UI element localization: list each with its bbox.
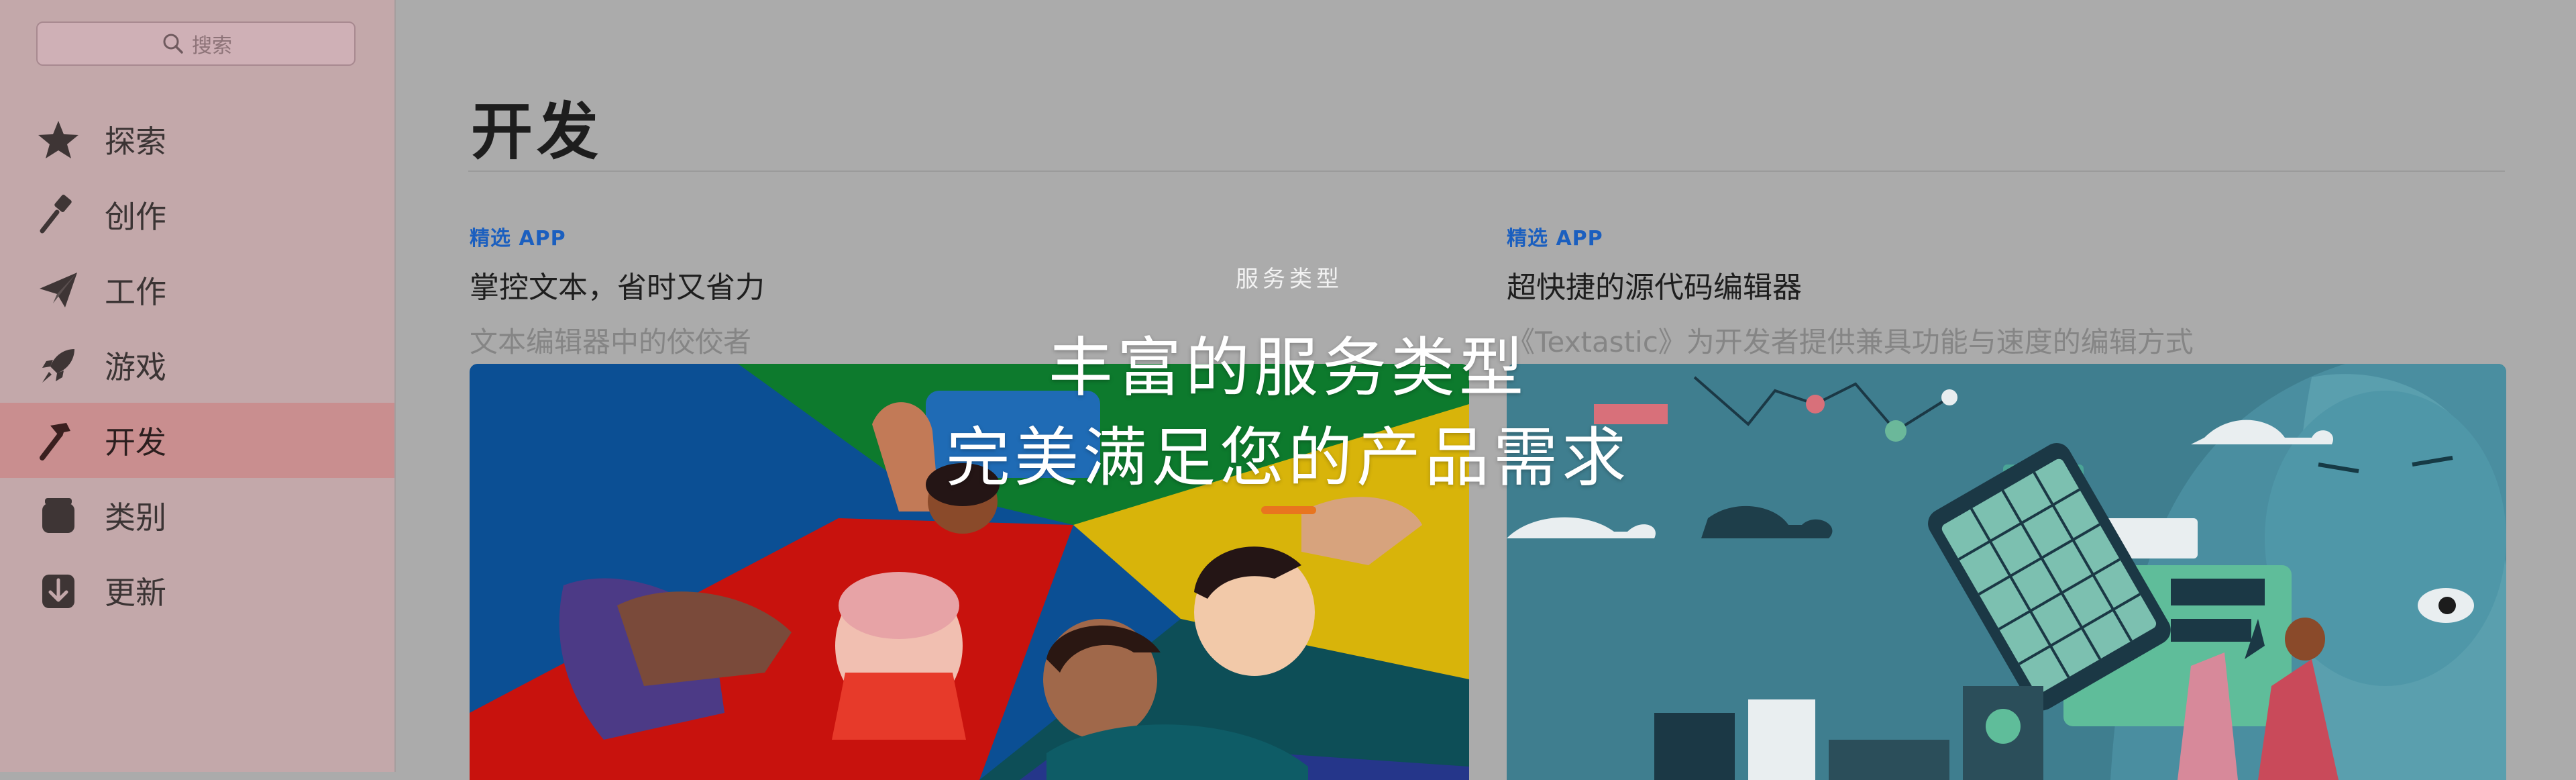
paperplane-icon [35, 273, 82, 307]
star-icon [35, 121, 82, 158]
divider [468, 170, 2505, 172]
main-content: 开发 精选 APP 掌控文本，省时又省力 文本编辑器中的佼佼者 精选 APP 超… [396, 0, 2576, 780]
card-tag: 精选 APP [1507, 227, 1603, 250]
artwork-code-illustration [1507, 364, 2506, 780]
sidebar-item-explore[interactable]: 探索 [0, 102, 394, 177]
download-icon [35, 575, 82, 608]
sidebar-item-games[interactable]: 游戏 [0, 328, 394, 403]
page-title: 开发 [471, 96, 603, 168]
paintbrush-icon [35, 195, 82, 234]
card-tag: 精选 APP [470, 227, 566, 250]
sidebar-item-create[interactable]: 创作 [0, 177, 394, 252]
rocket-icon [35, 349, 82, 383]
card-subtitle: 文本编辑器中的佼佼者 [470, 326, 752, 358]
card-subtitle: 《Textastic》为开发者提供兼具功能与速度的编辑方式 [1507, 326, 2194, 358]
featured-app-card[interactable]: 精选 APP 超快捷的源代码编辑器 《Textastic》为开发者提供兼具功能与… [1507, 222, 2506, 780]
search-icon [163, 34, 183, 54]
sidebar-item-categories[interactable]: 类别 [0, 478, 394, 553]
card-artwork-hands[interactable] [470, 364, 1469, 780]
sidebar-item-label: 开发 [105, 424, 166, 460]
stack-icon [35, 498, 82, 533]
sidebar-item-develop[interactable]: 开发 [0, 403, 394, 478]
sidebar-item-updates[interactable]: 更新 [0, 553, 394, 628]
sidebar-item-work[interactable]: 工作 [0, 252, 394, 328]
card-artwork-code[interactable] [1507, 364, 2506, 780]
sidebar-item-label: 创作 [105, 199, 166, 235]
sidebar-item-label: 类别 [105, 499, 166, 536]
card-title: 超快捷的源代码编辑器 [1507, 271, 1802, 305]
search-field[interactable]: 搜索 [36, 21, 356, 66]
search-placeholder: 搜索 [192, 34, 232, 58]
sidebar-item-label: 更新 [105, 575, 166, 611]
sidebar-item-label: 探索 [105, 124, 166, 160]
sidebar-item-label: 游戏 [105, 349, 166, 385]
sidebar-item-label: 工作 [105, 274, 166, 310]
sidebar-nav: 探索 创作 工作 游戏 开发 类别 更新 [0, 102, 394, 628]
featured-app-card[interactable]: 精选 APP 掌控文本，省时又省力 文本编辑器中的佼佼者 [470, 222, 1469, 780]
sidebar: 搜索 探索 创作 工作 游戏 开发 类别 更新 [0, 0, 396, 772]
card-title: 掌控文本，省时又省力 [470, 271, 765, 305]
hammer-icon [35, 423, 82, 460]
artwork-hands-illustration [470, 364, 1469, 780]
